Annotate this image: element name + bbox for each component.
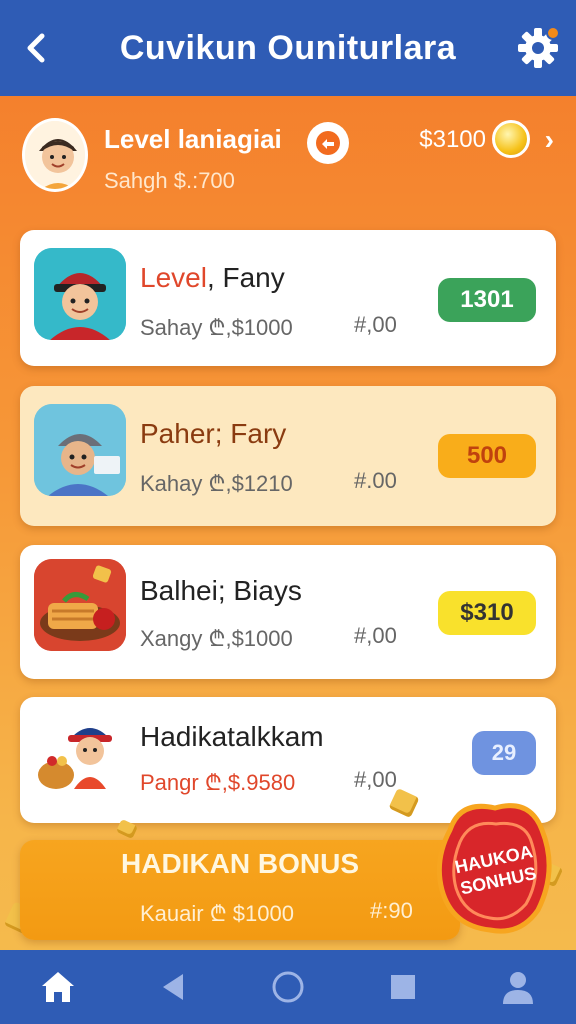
circle-home-icon[interactable] xyxy=(266,965,310,1009)
price-button[interactable]: 1301 xyxy=(438,278,536,322)
coin-icon xyxy=(492,120,530,158)
item-name: Balhei; Biays xyxy=(140,575,302,606)
item-meta-value: #,00 xyxy=(354,767,397,792)
item-name: Paher; Fary xyxy=(140,418,287,449)
item-meta: Sahay ₾,$1000 xyxy=(140,315,293,340)
level-badge-icon[interactable] xyxy=(307,122,349,164)
page-title: Cuvikun Ouniturlara xyxy=(119,28,457,67)
price-button[interactable]: $310 xyxy=(438,591,536,635)
item-meta: Xangy ₾,$1000 xyxy=(140,626,293,651)
item-name: Hadikatalkkam xyxy=(140,721,324,752)
bonus-title: HADIKAN BONUS xyxy=(121,848,359,879)
price-button[interactable]: 500 xyxy=(438,434,536,478)
avatar[interactable] xyxy=(22,118,88,192)
food-thumbnail-icon xyxy=(34,559,126,651)
bonus-banner[interactable]: HADIKAN BONUS Kauair ₾ $1000 #:90 xyxy=(20,840,460,940)
price-button[interactable]: 29 xyxy=(472,731,536,775)
chevron-right-icon[interactable]: › xyxy=(545,124,554,156)
item-name: Level, Fany xyxy=(140,262,285,294)
item-meta: Pangr ₾,$.9580 xyxy=(140,770,296,795)
item-name-rest: , Fany xyxy=(206,262,285,293)
item-name-accent: Level xyxy=(140,262,207,293)
bottom-nav xyxy=(0,950,576,1024)
back-triangle-icon[interactable] xyxy=(151,965,195,1009)
back-arrow-icon[interactable] xyxy=(18,28,54,68)
notification-dot xyxy=(546,26,560,40)
level-label: Level laniagiai xyxy=(104,124,282,154)
item-meta: Kahay ₾,$1210 xyxy=(140,471,293,496)
bonus-stamp-icon[interactable]: HAUKOA SONHUS xyxy=(430,790,560,940)
profile-subtitle: Sahgh $.:700 xyxy=(104,168,235,193)
character-thumbnail-icon xyxy=(34,709,126,801)
bonus-subtitle: Kauair ₾ $1000 xyxy=(140,901,294,926)
list-item[interactable]: Balhei; Biays Xangy ₾,$1000 #,00 $310 xyxy=(20,545,556,679)
character-thumbnail-icon xyxy=(34,404,126,496)
gear-icon[interactable] xyxy=(516,26,560,70)
item-meta-value: #,00 xyxy=(354,312,397,337)
home-icon[interactable] xyxy=(36,965,80,1009)
profile-header: Level laniagiai Sahgh $.:700 $3100 › xyxy=(0,96,576,216)
list-item[interactable]: Level, Fany Sahay ₾,$1000 #,00 1301 xyxy=(20,230,556,366)
list-item[interactable]: Paher; Fary Kahay ₾,$1210 #.00 500 xyxy=(20,386,556,526)
character-thumbnail-icon xyxy=(34,248,126,340)
square-recents-icon[interactable] xyxy=(381,965,425,1009)
item-meta-value: #,00 xyxy=(354,623,397,648)
profile-icon[interactable] xyxy=(496,965,540,1009)
coin-balance: $3100 xyxy=(419,126,486,153)
app-bar: Cuvikun Ouniturlara xyxy=(0,0,576,96)
bonus-value: #:90 xyxy=(370,898,413,923)
item-meta-value: #.00 xyxy=(354,468,397,493)
